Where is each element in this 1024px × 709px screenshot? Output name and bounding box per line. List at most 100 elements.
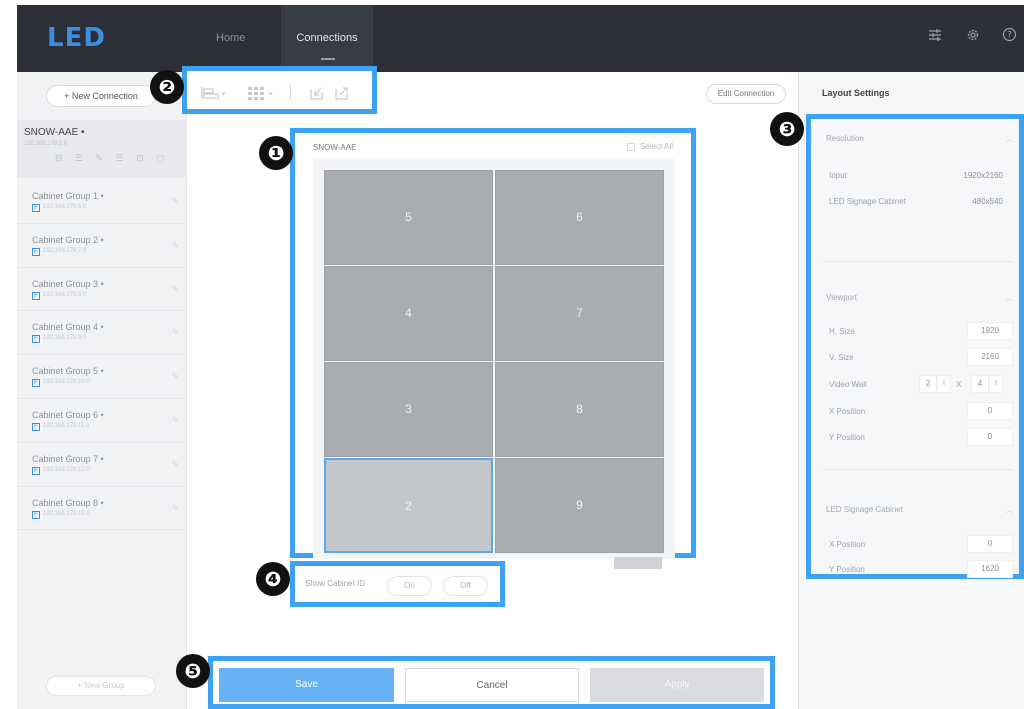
section-divider: [823, 469, 1013, 470]
cabinet-id-off-button[interactable]: Off: [443, 576, 488, 596]
list-item[interactable]: Cabinet Group 3 • F 192.168.178.8 0 ✎: [17, 268, 187, 312]
show-cabinet-id-label: Show Cabinet ID: [305, 579, 366, 588]
tab-connections-label: Connections: [296, 32, 358, 44]
cols-stepper-icon[interactable]: ⇕: [937, 375, 951, 393]
resolution-section-title: Resolution: [826, 134, 864, 143]
help-icon[interactable]: ?: [999, 27, 1019, 47]
callout-badge-2: ❷: [150, 70, 184, 104]
save-button[interactable]: Save: [219, 668, 394, 702]
settings-title: Layout Settings: [822, 88, 890, 98]
connection-item[interactable]: SNOW-AAE • 192.168.178.5 0 ⊟ ☰ ✎ ☰ ⊡ ▢: [17, 120, 187, 178]
cabinet-tile[interactable]: 6: [495, 170, 664, 265]
chevron-up-icon[interactable]: ︿: [1006, 134, 1013, 144]
group-ip: 192.168.178.10 0: [43, 379, 90, 386]
viewport-x-position-field[interactable]: 0: [967, 402, 1013, 420]
rows-stepper-icon[interactable]: ⇕: [989, 375, 1003, 393]
select-all-checkbox[interactable]: Select All: [627, 142, 673, 151]
cabinet-id-on-button[interactable]: On: [387, 576, 432, 596]
new-group-button[interactable]: + New Group: [46, 676, 156, 696]
group-ip: 192.168.178.12 0: [43, 466, 90, 473]
input-value: 1920x2160: [963, 171, 1003, 180]
cabinet-res-value: 480x540: [972, 197, 1003, 206]
edit-pencil-icon[interactable]: ✎: [171, 284, 179, 295]
h-size-label: H. Size: [829, 327, 855, 336]
group-badge: F: [32, 510, 40, 519]
group-name: Cabinet Group 4 •: [32, 322, 104, 333]
cabinet-tile[interactable]: 4: [324, 266, 493, 361]
cabinet-tile[interactable]: 8: [495, 362, 664, 457]
viewport-section-title: Viewport: [826, 293, 857, 302]
group-badge: F: [32, 291, 40, 300]
list-item[interactable]: Cabinet Group 2 • F 192.168.178.7 0 ✎: [17, 224, 187, 268]
tab-connections[interactable]: Connections: [281, 5, 373, 72]
edit-pencil-icon[interactable]: ✎: [171, 240, 179, 251]
cabinet-section-title: LED Signage Cabinet: [826, 505, 903, 514]
group-badge: F: [32, 247, 40, 256]
checkbox-box: [627, 142, 636, 151]
v-size-label: V. Size: [829, 353, 854, 362]
toolbar-divider: [290, 84, 291, 100]
canvas-mini-button[interactable]: [614, 557, 662, 569]
edit-pencil-icon[interactable]: ✎: [171, 371, 179, 382]
select-all-label: Select All: [640, 142, 673, 151]
cabinet-x-position-label: X Position: [829, 540, 866, 549]
viewport-y-position-field[interactable]: 0: [967, 428, 1013, 446]
chevron-up-icon[interactable]: ︿: [1006, 505, 1013, 515]
video-wall-rows-field[interactable]: 4: [971, 375, 989, 393]
video-wall-x: X: [956, 380, 962, 389]
group-name: Cabinet Group 6 •: [32, 409, 104, 420]
cabinet-tile[interactable]: 7: [495, 266, 664, 361]
connection-title: SNOW-AAE •: [24, 127, 85, 138]
group-badge: F: [32, 204, 40, 212]
apply-button[interactable]: Apply: [590, 668, 764, 702]
edit-pencil-icon[interactable]: ✎: [171, 459, 179, 470]
edit-pencil-icon[interactable]: ✎: [171, 196, 179, 207]
cabinet-tile[interactable]: 3: [324, 362, 493, 457]
list-item[interactable]: Cabinet Group 4 • F 192.168.178.9 0 ✎: [17, 311, 187, 356]
list-item[interactable]: Cabinet Group 8 • F 192.168.178.13 0 ✎: [17, 487, 187, 531]
tab-home[interactable]: Home: [202, 5, 259, 72]
edit-connection-button[interactable]: Edit Connection: [706, 84, 786, 104]
export-icon[interactable]: [334, 86, 349, 103]
list-item[interactable]: Cabinet Group 5 • F 192.168.178.10 0 ✎: [17, 355, 187, 399]
video-wall-cols-field[interactable]: 2: [919, 375, 937, 393]
chevron-up-icon[interactable]: ︿: [1006, 293, 1013, 303]
edit-pencil-icon[interactable]: ✎: [171, 503, 179, 514]
group-ip: 192.168.178.7 0: [43, 247, 87, 254]
cabinet-tile-selected[interactable]: 2: [324, 458, 493, 553]
group-name: Cabinet Group 7 •: [32, 453, 104, 464]
list-item[interactable]: Cabinet Group 7 • F 192.168.178.12 0 ✎: [17, 443, 187, 487]
h-size-field[interactable]: 1920: [967, 322, 1013, 340]
cabinet-tile[interactable]: 5: [324, 170, 493, 265]
group-ip: 192.168.178.11 0: [43, 422, 90, 429]
list-item[interactable]: Cabinet Group 6 • F 192.168.178.11 0 ✎: [17, 399, 187, 443]
group-ip: 192.168.178.8 0: [43, 291, 87, 298]
group-ip: 192.168.178.6 0: [43, 204, 87, 210]
callout-badge-5: ❺: [176, 654, 210, 688]
edit-pencil-icon[interactable]: ✎: [171, 415, 179, 426]
grid-icon[interactable]: ▾: [247, 86, 277, 103]
edit-pencil-icon[interactable]: ✎: [171, 327, 179, 338]
new-connection-button[interactable]: + New Connection: [46, 85, 156, 107]
gear-icon[interactable]: [963, 27, 983, 47]
cabinet-tile[interactable]: 9: [495, 458, 664, 553]
group-badge: F: [32, 466, 40, 475]
group-badge: F: [32, 335, 40, 344]
cabinet-x-position-field[interactable]: 0: [967, 535, 1013, 553]
canvas-title: SNOW-AAE: [313, 143, 357, 152]
connection-action-icons[interactable]: ⊟ ☰ ✎ ☰ ⊡ ▢: [55, 153, 170, 164]
group-name: Cabinet Group 3 •: [32, 278, 104, 289]
import-icon[interactable]: [309, 86, 324, 103]
group-name: Cabinet Group 5 •: [32, 366, 104, 377]
list-item[interactable]: Cabinet Group 1 • F 192.168.178.6 0 ✎: [17, 180, 187, 224]
align-icon[interactable]: ▾: [201, 86, 227, 103]
callout-badge-3: ❸: [770, 112, 804, 146]
group-badge: F: [32, 379, 40, 388]
layout-toolbar: ▾ ▾: [182, 66, 377, 114]
sliders-icon[interactable]: [925, 27, 945, 47]
cabinet-y-position-field[interactable]: 1620: [967, 560, 1013, 578]
v-size-field[interactable]: 2160: [967, 348, 1013, 366]
cancel-button[interactable]: Cancel: [405, 668, 579, 702]
group-badge: F: [32, 422, 40, 431]
cabinet-group-list: Cabinet Group 1 • F 192.168.178.6 0 ✎ Ca…: [17, 180, 187, 531]
